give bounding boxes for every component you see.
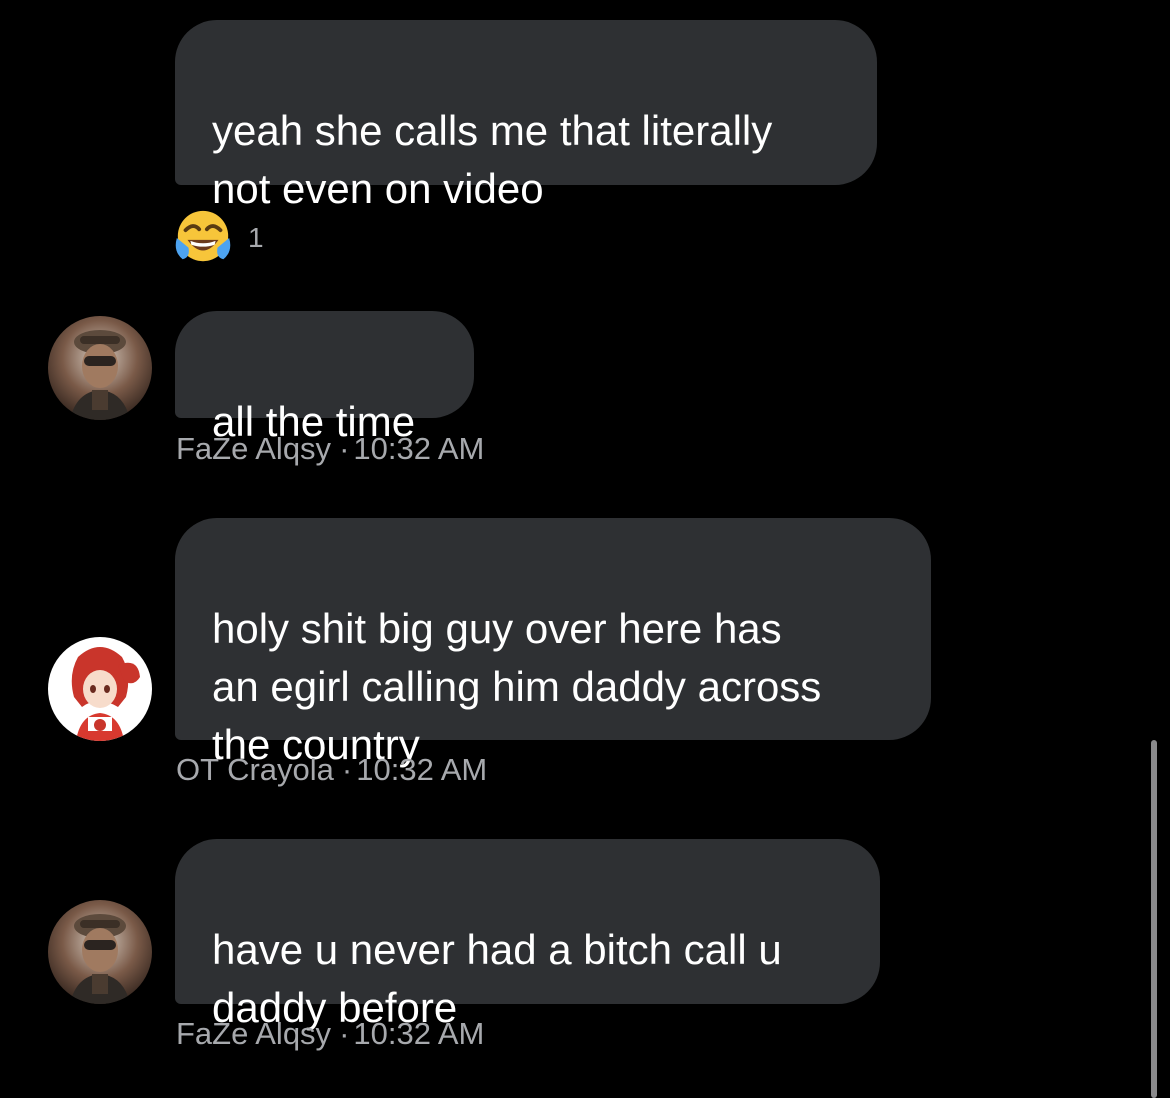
message-bubble[interactable]: all the time bbox=[175, 311, 474, 445]
meta-separator: · bbox=[339, 431, 350, 466]
meta-separator: · bbox=[339, 1016, 350, 1051]
message-bubble[interactable]: yeah she calls me that literally not eve… bbox=[175, 20, 877, 212]
message-meta: OT Crayola · 10:32 AM bbox=[176, 752, 487, 788]
sender-name[interactable]: OT Crayola bbox=[176, 752, 334, 787]
scrollbar[interactable] bbox=[1151, 740, 1157, 1098]
message-meta: FaZe Alqsy · 10:32 AM bbox=[176, 431, 484, 467]
sender-name[interactable]: FaZe Alqsy bbox=[176, 1016, 331, 1051]
message-text: holy shit big guy over here has an egirl… bbox=[212, 605, 822, 768]
avatar-soldier-icon bbox=[48, 900, 152, 1004]
avatar[interactable] bbox=[48, 316, 152, 420]
reaction-count: 1 bbox=[248, 222, 264, 253]
timestamp: 10:32 AM bbox=[353, 431, 485, 466]
meta-separator: · bbox=[341, 752, 353, 787]
message-bubble[interactable]: have u never had a bitch call u daddy be… bbox=[175, 839, 880, 1031]
reaction-chip[interactable]: 1 bbox=[172, 204, 264, 268]
avatar[interactable] bbox=[48, 900, 152, 1004]
avatar[interactable] bbox=[48, 637, 152, 741]
avatar-soldier-icon bbox=[48, 316, 152, 420]
avatar-anime-girl-icon bbox=[48, 637, 152, 741]
message-text: yeah she calls me that literally not eve… bbox=[212, 107, 773, 212]
message-bubble[interactable]: holy shit big guy over here has an egirl… bbox=[175, 518, 931, 768]
timestamp: 10:32 AM bbox=[356, 752, 488, 787]
tears-of-joy-emoji-icon bbox=[175, 210, 231, 262]
sender-name[interactable]: FaZe Alqsy bbox=[176, 431, 331, 466]
message-meta: FaZe Alqsy · 10:32 AM bbox=[176, 1016, 484, 1052]
timestamp: 10:32 AM bbox=[353, 1016, 485, 1051]
